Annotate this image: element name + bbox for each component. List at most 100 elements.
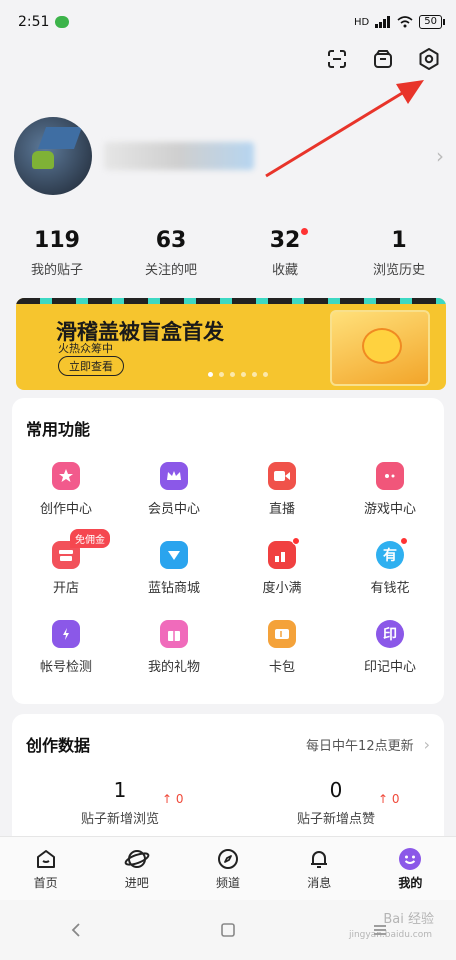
common-functions-card: 常用功能 创作中心 会员中心 直播 游戏中心开店 免佣金蓝钻商城 度小满 有有钱花帐号检测 我… xyxy=(12,398,444,704)
top-toolbar xyxy=(324,46,442,72)
section-title: 创作数据 xyxy=(26,736,91,755)
carousel-dot[interactable] xyxy=(219,372,224,377)
carousel-dot[interactable] xyxy=(208,372,213,377)
stat-history[interactable]: 1 浏览历史 xyxy=(342,228,456,278)
function-item-shield[interactable]: 帐号检测 xyxy=(12,608,120,687)
android-robot-icon xyxy=(32,151,54,169)
function-item-video-camera[interactable]: 直播 xyxy=(228,450,336,529)
creation-data-card: 创作数据 每日中午12点更新 › 1 贴子新增浏览 ↑ 0 0 贴子新增点赞 ↑… xyxy=(12,714,444,854)
avatar[interactable] xyxy=(14,117,92,195)
smile-icon xyxy=(397,846,423,872)
banner-subtitle: 火热众筹中 xyxy=(58,342,113,355)
function-item-money[interactable]: 有有钱花 xyxy=(336,529,444,608)
carousel-dot[interactable] xyxy=(230,372,235,377)
carousel-dot[interactable] xyxy=(241,372,246,377)
bell-icon xyxy=(306,846,332,872)
function-item-gamepad[interactable]: 游戏中心 xyxy=(336,450,444,529)
stat-number: 1 xyxy=(391,228,407,253)
function-label: 帐号检测 xyxy=(39,660,92,675)
tab-label: 消息 xyxy=(307,876,332,890)
profile-header[interactable]: › xyxy=(14,114,444,198)
banner-view-button[interactable]: 立即查看 xyxy=(58,356,124,376)
notification-dot xyxy=(292,537,300,545)
function-item-seal[interactable]: 印印记中心 xyxy=(336,608,444,687)
stat-number: 63 xyxy=(155,228,187,253)
battery-indicator: 50 xyxy=(419,15,445,29)
stat-favorites[interactable]: 32 收藏 xyxy=(228,228,342,278)
update-note: 每日中午12点更新 xyxy=(306,738,414,754)
tab-bars[interactable]: 进吧 xyxy=(91,837,182,900)
section-title: 常用功能 xyxy=(26,420,91,439)
stat-number: 32 xyxy=(270,228,309,253)
function-item-diamond[interactable]: 蓝钻商城 xyxy=(120,529,228,608)
carousel-dot[interactable] xyxy=(252,372,257,377)
creation-data-header[interactable]: 创作数据 每日中午12点更新 › xyxy=(12,714,444,756)
function-label: 开店 xyxy=(52,581,79,596)
function-label: 印记中心 xyxy=(363,660,416,675)
tab-mine[interactable]: 我的 xyxy=(365,837,456,900)
tab-home[interactable]: 首页 xyxy=(0,837,91,900)
wechat-notification-icon xyxy=(55,16,70,28)
signal-icon xyxy=(375,16,391,28)
function-label: 直播 xyxy=(268,502,295,517)
metric-number: 1 xyxy=(113,778,127,802)
function-label: 度小满 xyxy=(262,581,302,596)
profile-chevron-right-icon[interactable]: › xyxy=(436,144,444,168)
stat-number: 119 xyxy=(34,228,80,253)
promo-banner[interactable]: 滑稽盖被盲盒首发 火热众筹中 立即查看 xyxy=(16,298,446,390)
crown-icon xyxy=(160,462,188,490)
hd-indicator: HD xyxy=(354,16,370,28)
profile-stats: 119 我的贴子 63 关注的吧 32 收藏 1 浏览历史 xyxy=(0,228,456,278)
metric-number: 0 xyxy=(329,778,343,802)
tab-label: 频道 xyxy=(216,876,241,890)
function-item-chart[interactable]: 度小满 xyxy=(228,529,336,608)
tab-label: 首页 xyxy=(33,876,58,890)
status-bar: 2:51 HD 50 xyxy=(0,0,456,44)
stat-posts[interactable]: 119 我的贴子 xyxy=(0,228,114,278)
notification-dot xyxy=(301,228,309,235)
function-item-star[interactable]: 创作中心 xyxy=(12,450,120,529)
function-label: 蓝钻商城 xyxy=(147,581,200,596)
tab-channel[interactable]: 频道 xyxy=(182,837,273,900)
function-label: 卡包 xyxy=(268,660,295,675)
function-label: 游戏中心 xyxy=(363,502,416,517)
tab-label: 我的 xyxy=(398,876,423,890)
function-label: 我的礼物 xyxy=(147,660,200,675)
chevron-right-icon[interactable]: › xyxy=(424,735,430,754)
star-icon xyxy=(52,462,80,490)
compass-icon xyxy=(215,846,241,872)
scan-icon[interactable] xyxy=(324,46,350,72)
gamepad-icon xyxy=(376,462,404,490)
watermark-text: Bai 经验 xyxy=(383,912,434,927)
back-chevron-icon[interactable] xyxy=(56,915,96,945)
promo-badge: 免佣金 xyxy=(70,529,110,548)
function-grid: 创作中心 会员中心 直播 游戏中心开店 免佣金蓝钻商城 度小满 有有钱花帐号检测 我的礼物 卡包… xyxy=(12,440,444,687)
function-label: 有钱花 xyxy=(370,581,410,596)
watermark-url: jingyan.baidu.com xyxy=(348,930,432,940)
function-item-gift[interactable]: 我的礼物 xyxy=(120,608,228,687)
gift-icon xyxy=(160,620,188,648)
avatar-image-shape xyxy=(37,127,83,149)
tab-label: 进吧 xyxy=(124,876,149,890)
function-label: 会员中心 xyxy=(147,502,200,517)
stat-followed-bars[interactable]: 63 关注的吧 xyxy=(114,228,228,278)
banner-stripe xyxy=(16,298,446,304)
shield-icon xyxy=(52,620,80,648)
box-icon[interactable] xyxy=(370,46,396,72)
home-square-icon[interactable] xyxy=(208,915,248,945)
stat-label: 收藏 xyxy=(271,263,298,278)
planet-icon xyxy=(124,846,150,872)
function-item-crown[interactable]: 会员中心 xyxy=(120,450,228,529)
function-item-card[interactable]: 卡包 xyxy=(228,608,336,687)
function-label: 创作中心 xyxy=(39,502,92,517)
tab-messages[interactable]: 消息 xyxy=(274,837,365,900)
settings-gear-icon[interactable] xyxy=(416,46,442,72)
status-indicators: HD 50 xyxy=(354,15,445,29)
carousel-dot[interactable] xyxy=(263,372,268,377)
mascot-image xyxy=(362,328,402,364)
metric-label: 贴子新增点赞 xyxy=(296,812,375,827)
money-icon: 有 xyxy=(376,537,408,569)
function-item-shop[interactable]: 开店 免佣金 xyxy=(12,529,120,608)
card-icon xyxy=(268,620,296,648)
creation-metrics: 1 贴子新增浏览 ↑ 0 0 贴子新增点赞 ↑ 0 xyxy=(12,756,444,827)
